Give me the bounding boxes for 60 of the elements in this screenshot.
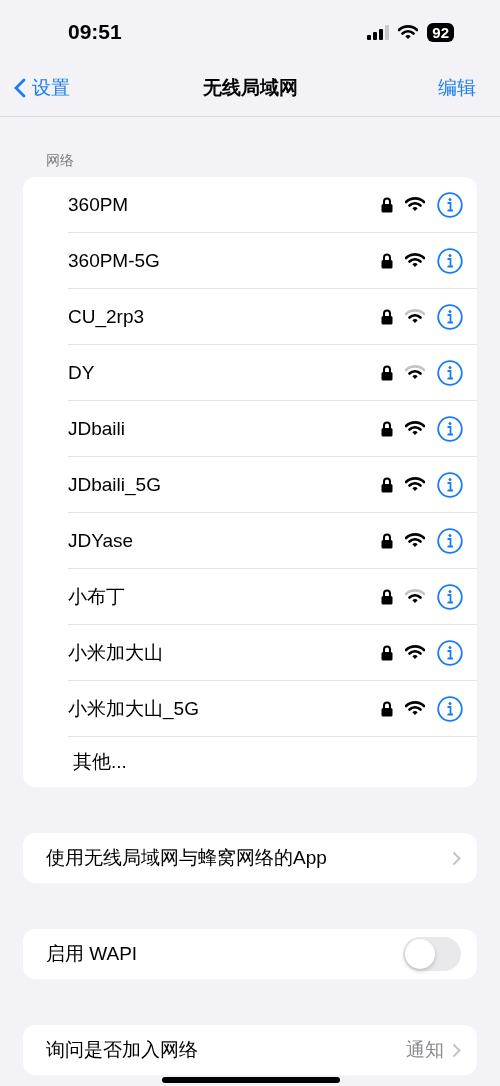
- network-row[interactable]: JDYase: [68, 513, 477, 569]
- setting-label: 启用 WAPI: [46, 942, 139, 966]
- info-icon[interactable]: [437, 415, 463, 442]
- network-name: 小布丁: [68, 584, 126, 609]
- network-name: JDbaili: [68, 417, 127, 440]
- network-name: 小米加大山: [68, 640, 164, 665]
- lock-icon: [381, 420, 393, 437]
- chevron-icon: [452, 850, 461, 866]
- network-row[interactable]: 小布丁: [68, 569, 477, 625]
- other-network-item[interactable]: 其他...: [73, 737, 477, 787]
- cellular-signal-icon: [367, 24, 390, 40]
- lock-icon: [381, 308, 393, 325]
- status-time: 09:51: [68, 20, 122, 44]
- toggle-switch[interactable]: [403, 937, 461, 971]
- info-icon[interactable]: [437, 583, 463, 610]
- battery-level: 92: [427, 22, 454, 42]
- network-name: 360PM-5G: [68, 249, 161, 272]
- lock-icon: [381, 588, 393, 605]
- lock-icon: [381, 252, 393, 269]
- section-header: 网络: [45, 151, 75, 170]
- network-name: DY: [68, 361, 96, 384]
- network-name: JDYase: [68, 529, 135, 552]
- back-label: 设置: [32, 76, 70, 100]
- info-icon[interactable]: [437, 527, 463, 554]
- network-name: JDbaili_5G: [68, 473, 162, 496]
- network-row[interactable]: DY: [68, 345, 477, 401]
- setting-label: 询问是否加入网络: [46, 1038, 199, 1062]
- back-link[interactable]: 设置: [14, 75, 70, 101]
- back-chevron-icon: [14, 78, 26, 98]
- network-name: 小米加大山_5G: [68, 696, 200, 722]
- info-icon[interactable]: [437, 695, 463, 722]
- info-icon[interactable]: [437, 359, 463, 386]
- network-row[interactable]: JDbaili_5G: [68, 457, 477, 513]
- settings-row[interactable]: 使用无线局域网与蜂窝网络的App: [23, 833, 477, 883]
- info-icon[interactable]: [437, 639, 463, 666]
- lock-icon: [381, 364, 393, 381]
- edit-link[interactable]: 编辑: [438, 75, 486, 101]
- settings-row[interactable]: 询问是否加入网络 通知: [23, 1025, 477, 1075]
- lock-icon: [381, 196, 393, 213]
- info-icon[interactable]: [437, 471, 463, 498]
- network-row[interactable]: 360PM: [68, 177, 477, 233]
- chevron-icon: [452, 1042, 461, 1058]
- network-name: CU_2rp3: [68, 305, 146, 328]
- info-icon[interactable]: [437, 303, 463, 330]
- network-row[interactable]: 360PM-5G: [68, 233, 477, 289]
- setting-value: 通知: [406, 1038, 444, 1062]
- info-icon[interactable]: [437, 191, 463, 218]
- lock-icon: [381, 532, 393, 549]
- network-row[interactable]: 小米加大山: [68, 625, 477, 681]
- network-row[interactable]: CU_2rp3: [68, 289, 477, 345]
- page-title: 无线局域网: [202, 76, 298, 100]
- wifi-icon: [398, 24, 419, 40]
- network-row[interactable]: JDbaili: [68, 401, 477, 457]
- network-name: 360PM: [68, 193, 130, 216]
- info-icon[interactable]: [437, 247, 463, 274]
- lock-icon: [381, 476, 393, 493]
- network-row[interactable]: 小米加大山_5G: [68, 681, 477, 737]
- lock-icon: [381, 700, 393, 717]
- setting-label: 使用无线局域网与蜂窝网络的App: [46, 846, 328, 870]
- lock-icon: [381, 644, 393, 661]
